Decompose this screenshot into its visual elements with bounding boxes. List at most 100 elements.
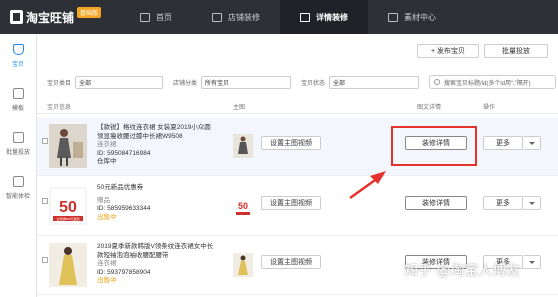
coupon-thumb-value: 50: [238, 201, 248, 211]
product-info: 【款锐】格纹连衣裙 女装夏2019小众圆领显瘦收腰过膝中长裙W9508 连衣裙 …: [97, 124, 217, 167]
status-select[interactable]: 全部: [329, 75, 420, 89]
edition-badge: 基础版: [77, 6, 102, 18]
nav-item-label: 店铺装修: [228, 12, 260, 22]
sidebar-item-health-check[interactable]: 智能体检: [0, 166, 36, 210]
bulk-deploy-button[interactable]: 批量投放: [484, 44, 548, 58]
main-content: + 发布宝贝 批量投放 宝贝类目 全部 店铺分类 所有宝贝 宝贝状态 全部 搜索…: [37, 34, 558, 297]
home-icon: [140, 12, 150, 22]
shield-icon: [12, 176, 24, 187]
main-image-thumb[interactable]: 50: [233, 194, 253, 218]
main-image-thumb[interactable]: [233, 134, 253, 158]
sidebar-item-label: 模板: [11, 106, 24, 112]
more-dropdown-toggle[interactable]: [523, 136, 541, 150]
product-category: 连衣裙: [97, 141, 117, 148]
more-button[interactable]: 更多: [483, 196, 523, 210]
status-filter-label: 宝贝状态: [301, 80, 326, 87]
product-status: 仓库中: [97, 158, 117, 165]
nav-item-store-decor[interactable]: 店铺装修: [192, 0, 280, 34]
nav-item-label: 详情装修: [316, 12, 348, 22]
store-category-filter-label: 店铺分类: [173, 80, 198, 87]
product-title[interactable]: 2019夏季新款韩版V领条纹连衣裙女中长款短袖泡泡袖收腰配腰带: [97, 243, 217, 260]
set-main-video-button[interactable]: 设置主图视频: [261, 196, 321, 210]
sidebar-item-label: 智能体检: [5, 194, 30, 200]
logo[interactable]: 淘宝旺铺 基础版: [0, 6, 120, 26]
sidebar-item-template[interactable]: 模板: [0, 78, 36, 122]
product-status: 出售中: [97, 213, 117, 221]
coupon-image: 50 全场满580元使用: [49, 187, 87, 225]
sidebar-item-label: 批量投放: [5, 150, 30, 156]
sidebar-item-label: 宝贝: [11, 62, 24, 68]
product-category: 连衣裙: [97, 260, 117, 267]
bulk-deploy-label: 批量投放: [502, 48, 530, 55]
product-id: ID: 595084716984: [97, 149, 151, 157]
table-row: 【款锐】格纹连衣裙 女装夏2019小众圆领显瘦收腰过膝中长裙W9508 连衣裙 …: [37, 118, 558, 176]
dress-thumb-icon: [233, 253, 253, 277]
chevron-down-icon: [528, 141, 535, 145]
nav-item-detail-decor[interactable]: 详情装修: [280, 0, 368, 34]
product-title[interactable]: 50元新品优惠券: [97, 184, 217, 193]
more-button[interactable]: 更多: [483, 136, 523, 150]
publish-item-button[interactable]: + 发布宝贝: [417, 44, 479, 58]
header-action: 操作: [483, 105, 496, 111]
dress-thumb-icon: [233, 134, 253, 158]
more-dropdown-toggle[interactable]: [523, 196, 541, 210]
product-title[interactable]: 【款锐】格纹连衣裙 女装夏2019小众圆领显瘦收腰过膝中长裙W9508: [97, 124, 217, 141]
top-nav-bar: 淘宝旺铺 基础版 首页 店铺装修 详情装修 素材中心: [0, 0, 558, 34]
search-placeholder: 搜索宝贝标题/id(多个id用“,”隔开): [444, 80, 531, 87]
header-item-info: 宝贝信息: [47, 105, 72, 111]
main-image-thumb[interactable]: [233, 253, 253, 277]
nav-item-material-center[interactable]: 素材中心: [368, 0, 456, 34]
search-input[interactable]: 搜索宝贝标题/id(多个id用“,”隔开): [429, 75, 556, 89]
category-select[interactable]: 全部: [75, 75, 164, 89]
nav-item-label: 首页: [156, 12, 172, 22]
search-icon: [434, 79, 440, 85]
product-id: ID: 585959633344: [97, 205, 151, 212]
table-row: 50 全场满580元使用 50元新品优惠券 赠品 ID: 58595963334…: [37, 178, 558, 236]
product-category: 赠品: [97, 196, 110, 204]
row-checkbox[interactable]: [42, 138, 48, 144]
sidebar-item-items[interactable]: 宝贝: [0, 34, 36, 78]
header-detail: 图文详情: [417, 105, 442, 111]
product-id: ID: 593797858904: [97, 268, 151, 276]
template-icon: [12, 88, 24, 99]
more-dropdown-toggle[interactable]: [523, 255, 541, 269]
item-icon: [12, 44, 24, 55]
product-info: 50元新品优惠券 赠品 ID: 585959633344 出售中: [97, 184, 217, 222]
set-main-video-button[interactable]: 设置主图视频: [261, 255, 321, 269]
dress-photo-icon: [49, 124, 87, 168]
category-filter-label: 宝贝类目: [47, 80, 72, 87]
product-status: 出售中: [97, 277, 117, 284]
edit-detail-button[interactable]: 装修详情: [405, 196, 467, 210]
sidebar-item-bulk[interactable]: 批量投放: [0, 122, 36, 166]
chevron-down-icon: [528, 201, 535, 205]
detail-icon: [300, 12, 310, 22]
store-icon: [212, 12, 222, 22]
chevron-down-icon: [528, 260, 535, 264]
product-image[interactable]: [49, 124, 87, 168]
filter-bar: 宝贝类目 全部 店铺分类 所有宝贝 宝贝状态 全部 搜索宝贝标题/id(多个id…: [37, 74, 558, 90]
bulk-icon: [12, 132, 24, 143]
logo-text: 淘宝旺铺: [26, 10, 75, 25]
nav-item-label: 素材中心: [404, 12, 436, 22]
main-nav: 首页 店铺装修 详情装修 素材中心: [120, 0, 456, 34]
product-info: 2019夏季新款韩版V领条纹连衣裙女中长款短袖泡泡袖收腰配腰带 连衣裙 ID: …: [97, 243, 217, 286]
coupon-thumb-icon: 50: [236, 201, 250, 215]
product-image[interactable]: [49, 243, 87, 287]
store-category-select[interactable]: 所有宝贝: [201, 75, 292, 89]
sidebar: 宝贝 模板 批量投放 智能体检: [0, 34, 37, 297]
coupon-value: 50: [59, 199, 77, 216]
row-checkbox[interactable]: [42, 198, 48, 204]
coupon-caption: 全场满580元使用: [56, 216, 79, 221]
dress-photo-icon: [49, 243, 87, 287]
watermark: 知乎 @淘宝人傅友: [404, 263, 521, 279]
shop-logo-icon: [10, 10, 23, 24]
table-header: 宝贝信息 主图 图文详情 操作: [37, 98, 558, 114]
set-main-video-button[interactable]: 设置主图视频: [261, 136, 321, 150]
nav-item-home[interactable]: 首页: [120, 0, 192, 34]
header-main-image: 主图: [233, 105, 246, 111]
row-checkbox[interactable]: [42, 257, 48, 263]
toolbar: + 发布宝贝 批量投放: [417, 44, 548, 58]
product-image[interactable]: 50 全场满580元使用: [49, 184, 87, 228]
folder-icon: [388, 12, 398, 22]
highlight-box: [391, 126, 477, 166]
